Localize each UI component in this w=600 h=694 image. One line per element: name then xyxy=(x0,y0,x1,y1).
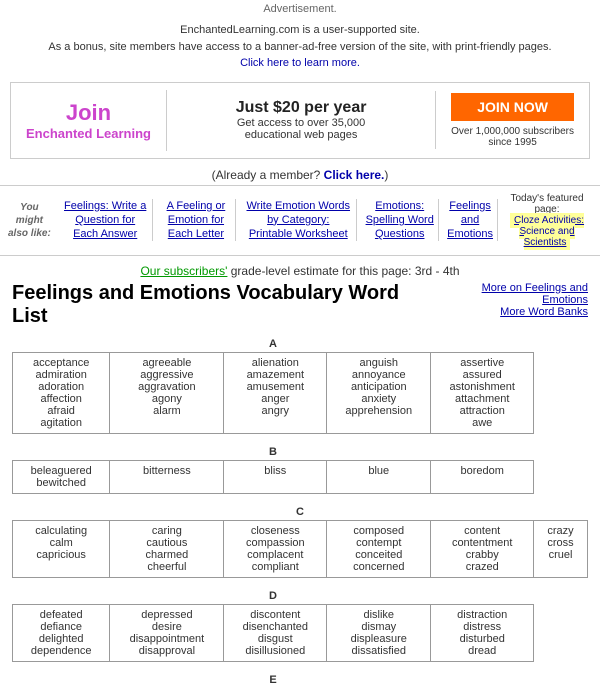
table-row: defeated defiance delighted dependence d… xyxy=(13,604,588,661)
grade-bar: Our subscribers' grade-level estimate fo… xyxy=(0,264,600,278)
nav-links: Feelings: Write a Question for Each Answ… xyxy=(59,191,592,250)
nav-link-feeling-letter[interactable]: A Feeling or Emotion for Each Letter xyxy=(157,199,237,242)
nav-link-emotions-spelling[interactable]: Emotions: Spelling Word Questions xyxy=(361,199,439,242)
member-bar: (Already a member? Click here.) xyxy=(0,165,600,185)
join-now-button[interactable]: JOIN NOW xyxy=(451,93,574,121)
featured-label: Today's featured page: xyxy=(506,193,588,215)
enchanted-bar: EnchantedLearning.com is a user-supporte… xyxy=(0,18,600,76)
nav-bar: Youmightalso like: Feelings: Write a Que… xyxy=(0,185,600,256)
member-link[interactable]: Click here. xyxy=(324,168,385,182)
section-d-header: D xyxy=(13,586,534,605)
banner: Join Enchanted Learning Just $20 per yea… xyxy=(10,82,590,159)
nav-link-emotion-words[interactable]: Write Emotion Words by Category: Printab… xyxy=(240,199,357,242)
page-title: Feelings and Emotions Vocabulary Word Li… xyxy=(12,282,435,328)
table-row: beleaguered bewitched bitterness bliss b… xyxy=(13,460,588,493)
table-row: acceptance admiration adoration affectio… xyxy=(13,352,588,433)
featured-link[interactable]: Cloze Activities: Science and Scientists xyxy=(510,213,584,250)
section-c-header: C xyxy=(13,502,588,521)
word-table: A acceptance admiration adoration affect… xyxy=(12,334,588,688)
section-a-header: A xyxy=(13,334,534,353)
banner-join: Join Enchanted Learning xyxy=(11,90,167,151)
subscribers-link[interactable]: Our subscribers' xyxy=(140,264,227,278)
ad-bar: Advertisement. xyxy=(0,0,600,18)
more-feelings-link[interactable]: More on Feelings and Emotions xyxy=(435,282,588,306)
learn-more-link[interactable]: Click here to learn more. xyxy=(240,57,360,69)
more-word-banks-link[interactable]: More Word Banks xyxy=(435,306,588,318)
section-e-header: E xyxy=(13,670,534,688)
main-title-row: Feelings and Emotions Vocabulary Word Li… xyxy=(12,282,588,328)
you-might-label: Youmightalso like: xyxy=(8,201,51,240)
title-links: More on Feelings and Emotions More Word … xyxy=(435,282,588,318)
banner-middle: Just $20 per year Get access to over 35,… xyxy=(167,91,436,149)
table-row: calculating calm capricious caring cauti… xyxy=(13,520,588,577)
banner-right: JOIN NOW Over 1,000,000 subscribers sinc… xyxy=(436,83,589,158)
section-b-header: B xyxy=(13,442,534,461)
nav-link-feelings-question[interactable]: Feelings: Write a Question for Each Answ… xyxy=(59,199,153,242)
nav-link-feelings-emotions[interactable]: Feelings and Emotions xyxy=(443,199,498,242)
